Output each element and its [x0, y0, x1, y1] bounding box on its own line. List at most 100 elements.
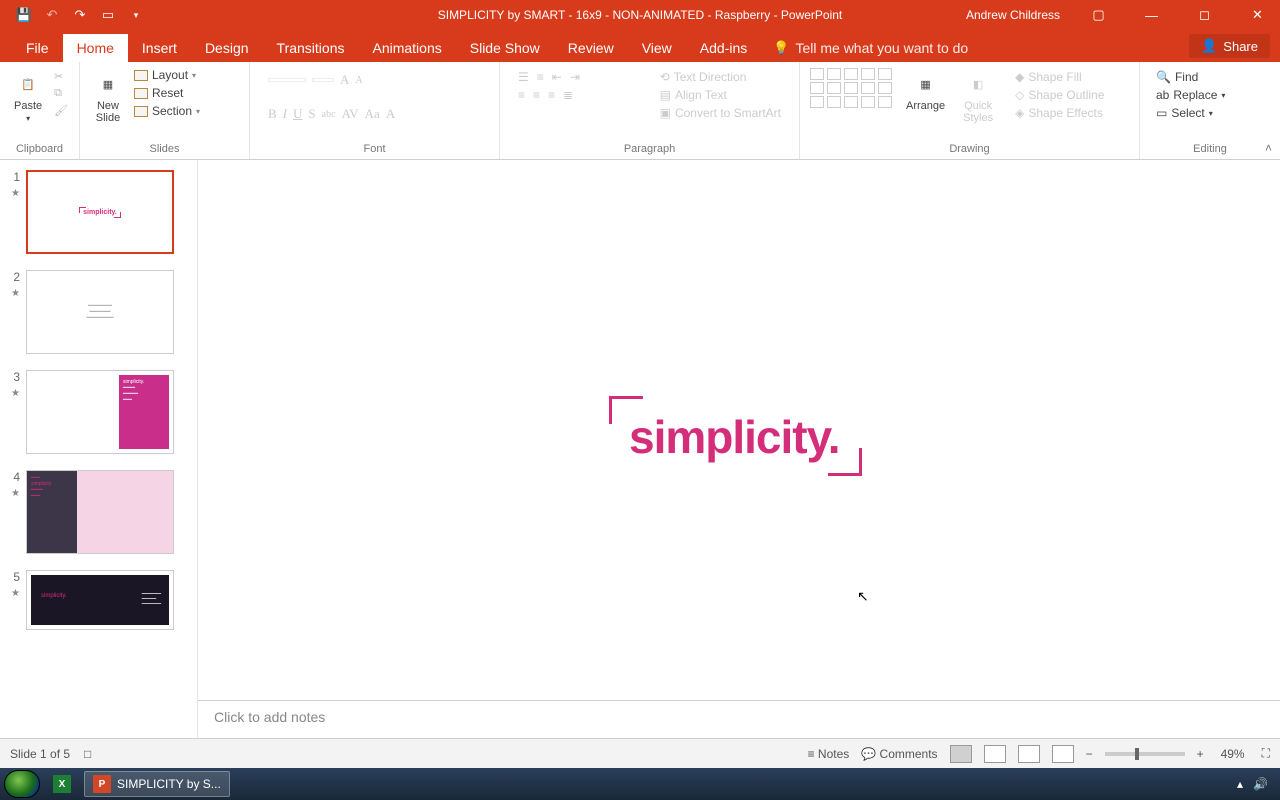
- align-text-button[interactable]: ▤Align Text: [660, 88, 781, 102]
- tab-home[interactable]: Home: [63, 34, 128, 62]
- slideshow-view-icon[interactable]: [1052, 745, 1074, 763]
- slide-sorter-view-icon[interactable]: [984, 745, 1006, 763]
- fit-to-window-icon[interactable]: ⛶: [1262, 746, 1270, 761]
- smartart-button[interactable]: ▣Convert to SmartArt: [660, 106, 781, 120]
- account-name[interactable]: Andrew Childress: [966, 8, 1060, 22]
- reading-view-icon[interactable]: [1018, 745, 1040, 763]
- strikethrough-icon[interactable]: S: [308, 106, 315, 122]
- text-shadow-icon[interactable]: abc: [322, 109, 336, 120]
- share-button[interactable]: 👤 Share: [1189, 34, 1270, 58]
- shape-outline-button[interactable]: ◇Shape Outline: [1015, 88, 1104, 102]
- tray-chevron-icon[interactable]: ▴: [1237, 777, 1243, 791]
- new-slide-button[interactable]: ▦ New Slide: [88, 66, 128, 128]
- ribbon-display-icon[interactable]: ▢: [1076, 0, 1121, 30]
- arrange-button[interactable]: ▦ Arrange: [900, 66, 951, 116]
- ribbon-tabs: File Home Insert Design Transitions Anim…: [0, 30, 1280, 62]
- redo-icon[interactable]: ↷: [71, 6, 89, 24]
- italic-icon[interactable]: I: [283, 106, 287, 122]
- align-right-icon[interactable]: ≡: [548, 88, 555, 102]
- notes-toggle[interactable]: ≡ Notes: [808, 747, 850, 761]
- system-tray: ▴ 🔊: [1237, 777, 1276, 791]
- taskbar-powerpoint[interactable]: P SIMPLICITY by S...: [84, 771, 230, 797]
- taskbar-excel[interactable]: X: [44, 771, 80, 797]
- paste-button[interactable]: 📋 Paste ▾: [8, 66, 48, 127]
- tab-review[interactable]: Review: [554, 34, 628, 62]
- zoom-slider[interactable]: [1105, 752, 1185, 756]
- tab-view[interactable]: View: [628, 34, 686, 62]
- comments-toggle[interactable]: 💬 Comments: [861, 747, 937, 761]
- group-slides: ▦ New Slide Layout▾ Reset Section▾ Slide…: [80, 62, 250, 159]
- zoom-out-icon[interactable]: −: [1086, 747, 1093, 761]
- tab-insert[interactable]: Insert: [128, 34, 191, 62]
- slide-counter[interactable]: Slide 1 of 5: [10, 747, 70, 761]
- decrease-font-icon[interactable]: A: [355, 75, 362, 86]
- text-direction-button[interactable]: ⟲Text Direction: [660, 70, 781, 84]
- group-label-editing: Editing: [1148, 143, 1272, 157]
- tab-animations[interactable]: Animations: [358, 34, 455, 62]
- section-button[interactable]: Section▾: [134, 104, 200, 118]
- font-family-combo[interactable]: [268, 78, 306, 82]
- align-center-icon[interactable]: ≡: [533, 88, 540, 102]
- tab-transitions[interactable]: Transitions: [263, 34, 359, 62]
- shape-effects-button[interactable]: ◈Shape Effects: [1015, 106, 1104, 120]
- tab-design[interactable]: Design: [191, 34, 263, 62]
- new-slide-icon: ▦: [94, 70, 122, 98]
- align-left-icon[interactable]: ≡: [518, 88, 525, 102]
- tell-me-search[interactable]: 💡 Tell me what you want to do: [761, 34, 980, 62]
- group-label-drawing: Drawing: [808, 143, 1131, 157]
- undo-icon[interactable]: ↶: [43, 6, 61, 24]
- minimize-icon[interactable]: —: [1129, 0, 1174, 30]
- quick-styles-button[interactable]: ◧ Quick Styles: [957, 66, 999, 128]
- slide-thumbnail-5[interactable]: simplicity.━━━━━━━━━━━━━━━━━━━━━━: [26, 570, 174, 630]
- find-button[interactable]: 🔍Find: [1156, 70, 1225, 84]
- notes-pane[interactable]: Click to add notes: [198, 700, 1280, 738]
- qat-more-icon[interactable]: ▾: [127, 6, 145, 24]
- shape-fill-button[interactable]: ◆Shape Fill: [1015, 70, 1104, 84]
- slide-thumbnail-3[interactable]: simplicity.━━━━━━━━━━━━: [26, 370, 174, 454]
- select-button[interactable]: ▭Select▾: [1156, 106, 1225, 120]
- zoom-in-icon[interactable]: +: [1197, 747, 1204, 761]
- thumb-row-5: 5★ simplicity.━━━━━━━━━━━━━━━━━━━━━━: [8, 570, 189, 630]
- tab-addins[interactable]: Add-ins: [686, 34, 761, 62]
- save-icon[interactable]: 💾: [15, 6, 33, 24]
- title-text-box[interactable]: simplicity.: [629, 410, 840, 464]
- slide-thumbnail-pane[interactable]: 1★ simplicity. 2★ ━━━━━━━━━━━━━━━━━━━━━━…: [0, 160, 198, 738]
- layout-button[interactable]: Layout▾: [134, 68, 200, 82]
- start-from-beginning-icon[interactable]: ▭: [99, 6, 117, 24]
- lightbulb-icon: 💡: [773, 40, 789, 56]
- bold-icon[interactable]: B: [268, 106, 277, 122]
- underline-icon[interactable]: U: [293, 106, 302, 122]
- tab-slideshow[interactable]: Slide Show: [456, 34, 554, 62]
- format-painter-icon[interactable]: 🖌: [54, 104, 68, 117]
- increase-font-icon[interactable]: A: [340, 72, 349, 88]
- numbering-icon[interactable]: ≡: [537, 70, 544, 84]
- spellcheck-icon[interactable]: □: [84, 747, 91, 761]
- collapse-ribbon-icon[interactable]: ˄: [1265, 141, 1272, 155]
- normal-view-icon[interactable]: [950, 745, 972, 763]
- font-color-icon[interactable]: A: [386, 106, 395, 122]
- justify-icon[interactable]: ≣: [563, 88, 573, 102]
- replace-button[interactable]: abReplace▾: [1156, 88, 1225, 102]
- font-size-combo[interactable]: [312, 78, 334, 82]
- change-case-icon[interactable]: Aa: [365, 106, 380, 122]
- decrease-indent-icon[interactable]: ⇤: [552, 70, 562, 84]
- character-spacing-icon[interactable]: AV: [342, 106, 359, 122]
- tab-file[interactable]: File: [12, 34, 63, 62]
- slide-viewport[interactable]: simplicity. ↖: [198, 160, 1280, 700]
- copy-icon[interactable]: ⧉: [54, 87, 68, 100]
- volume-icon[interactable]: 🔊: [1253, 777, 1268, 791]
- quick-access-toolbar: 💾 ↶ ↷ ▭ ▾: [0, 6, 145, 24]
- slide-thumbnail-4[interactable]: ━━━simplicity.━━━━━━━: [26, 470, 174, 554]
- maximize-icon[interactable]: ◻: [1182, 0, 1227, 30]
- shapes-gallery[interactable]: [808, 66, 894, 110]
- cut-icon[interactable]: ✂: [54, 70, 68, 83]
- slide-thumbnail-1[interactable]: simplicity.: [26, 170, 174, 254]
- slide-canvas[interactable]: simplicity. ↖: [229, 180, 1249, 700]
- zoom-level[interactable]: 49%: [1216, 747, 1250, 761]
- increase-indent-icon[interactable]: ⇥: [570, 70, 580, 84]
- bullets-icon[interactable]: ☰: [518, 70, 529, 84]
- slide-thumbnail-2[interactable]: ━━━━━━━━━━━━━━━━━━━━━━━━: [26, 270, 174, 354]
- start-button[interactable]: [4, 770, 40, 798]
- reset-button[interactable]: Reset: [134, 86, 200, 100]
- close-icon[interactable]: ✕: [1235, 0, 1280, 30]
